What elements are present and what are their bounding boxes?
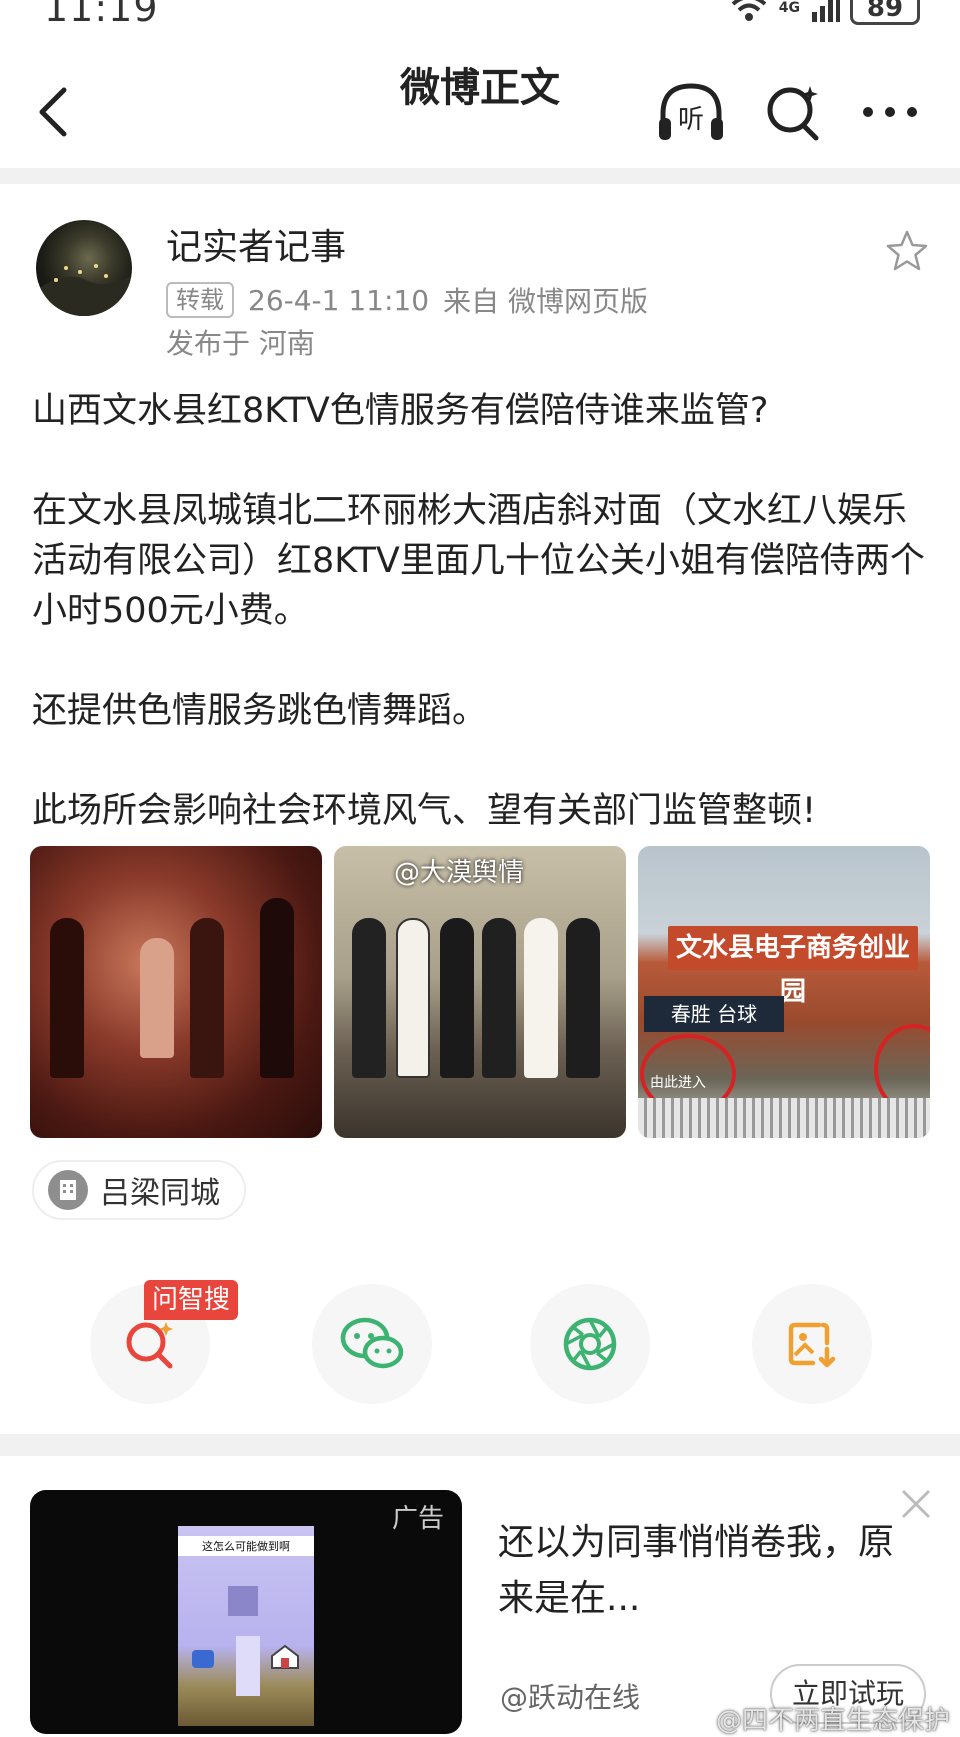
- section-divider: [0, 1434, 960, 1456]
- image-watermark: @大漠舆情: [394, 858, 525, 888]
- building-icon: [48, 1170, 88, 1210]
- post-body: 山西文水县红8KTV色情服务有偿陪侍谁来监管? 在文水县凤城镇北二环丽彬大酒店斜…: [32, 386, 932, 836]
- fence: [638, 1098, 930, 1138]
- ad-source[interactable]: @跃动在线: [500, 1676, 640, 1716]
- game-block: [228, 1586, 258, 1616]
- share-wechat-button[interactable]: [312, 1284, 432, 1404]
- close-icon[interactable]: [896, 1484, 936, 1524]
- ad-game-screen: 这怎么可能做到啊: [178, 1526, 314, 1726]
- post-timestamp: 26-4-1 11:10: [248, 283, 430, 317]
- photo-figure: [190, 918, 224, 1078]
- battery-indicator: 89: [850, 0, 920, 25]
- nav-bar: 微博正文 听: [0, 40, 960, 180]
- avatar-image: [36, 264, 132, 316]
- storefront-sign: 春胜 台球: [644, 996, 784, 1032]
- location-chip-label: 吕梁同城: [100, 1176, 220, 1211]
- listen-label: 听: [678, 105, 704, 135]
- wifi-icon: [731, 0, 767, 21]
- post-meta: 转载 26-4-1 11:10 来自 微博网页版: [166, 280, 648, 320]
- status-time: 11:19: [44, 0, 159, 30]
- ad-label: 广告: [391, 1504, 444, 1534]
- post-paragraph: 还提供色情服务跳色情舞蹈。: [32, 691, 488, 731]
- listen-headphones-icon[interactable]: 听: [655, 78, 727, 146]
- status-icons: 4G 89: [729, 0, 920, 28]
- section-divider: [0, 168, 960, 184]
- photo-figure: [396, 918, 430, 1078]
- wechat-icon: [340, 1317, 404, 1369]
- zhisou-badge: 问智搜: [144, 1280, 239, 1320]
- photo-figure: [566, 918, 600, 1078]
- network-type: 4G: [778, 0, 800, 16]
- ad-thumbnail[interactable]: 广告 这怎么可能做到啊: [30, 1490, 462, 1734]
- repost-tag: 转载: [166, 282, 234, 318]
- author-name[interactable]: 记实者记事: [166, 218, 346, 270]
- avatar[interactable]: [36, 220, 132, 316]
- photo-figure: [140, 938, 174, 1058]
- photo-figure: [260, 898, 294, 1078]
- post-paragraph: 此场所会影响社会环境风气、望有关部门监管整顿!: [32, 791, 817, 831]
- save-image-button[interactable]: [752, 1284, 872, 1404]
- post-paragraph: 在文水县凤城镇北二环丽彬大酒店斜对面（文水红八娱乐活动有限公司）红8KTV里面几…: [32, 491, 925, 631]
- signal-icon: [812, 0, 840, 22]
- photo-figure: [482, 918, 516, 1078]
- game-block: [236, 1636, 260, 1696]
- photo-figure: [50, 918, 84, 1078]
- more-options-icon[interactable]: [860, 102, 920, 122]
- photo-figure: [440, 918, 474, 1078]
- location-chip[interactable]: 吕梁同城: [32, 1160, 246, 1220]
- post-image-2[interactable]: @大漠舆情: [334, 846, 626, 1138]
- game-character: [192, 1650, 214, 1668]
- share-moments-button[interactable]: [530, 1284, 650, 1404]
- star-icon[interactable]: [884, 228, 930, 274]
- post-paragraph: 山西文水县红8KTV色情服务有偿陪侍谁来监管?: [32, 391, 769, 431]
- post-source: 来自 微博网页版: [443, 285, 648, 318]
- circle-caption: 由此进入: [650, 1075, 706, 1091]
- post-location: 发布于 河南: [166, 327, 315, 360]
- post-image-3[interactable]: 文水县电子商务创业园 春胜 台球 由此进入: [638, 846, 930, 1138]
- ad-title[interactable]: 还以为同事悄悄卷我，原来是在...: [498, 1515, 918, 1627]
- post-image-1[interactable]: [30, 846, 322, 1138]
- ad-thumb-caption: 这怎么可能做到啊: [178, 1536, 314, 1556]
- zhisou-search-icon: [126, 1322, 173, 1369]
- ai-search-icon[interactable]: [762, 80, 824, 144]
- save-image-icon: [788, 1322, 836, 1368]
- house-icon: [271, 1644, 299, 1669]
- corner-watermark: @四不两直生态保护: [715, 1706, 950, 1736]
- building-banner: 文水县电子商务创业园: [668, 926, 918, 1007]
- photo-figure: [352, 918, 386, 1078]
- moments-icon: [563, 1317, 617, 1371]
- photo-figure: [524, 918, 558, 1078]
- status-bar: 11:19 4G 89: [0, 0, 960, 30]
